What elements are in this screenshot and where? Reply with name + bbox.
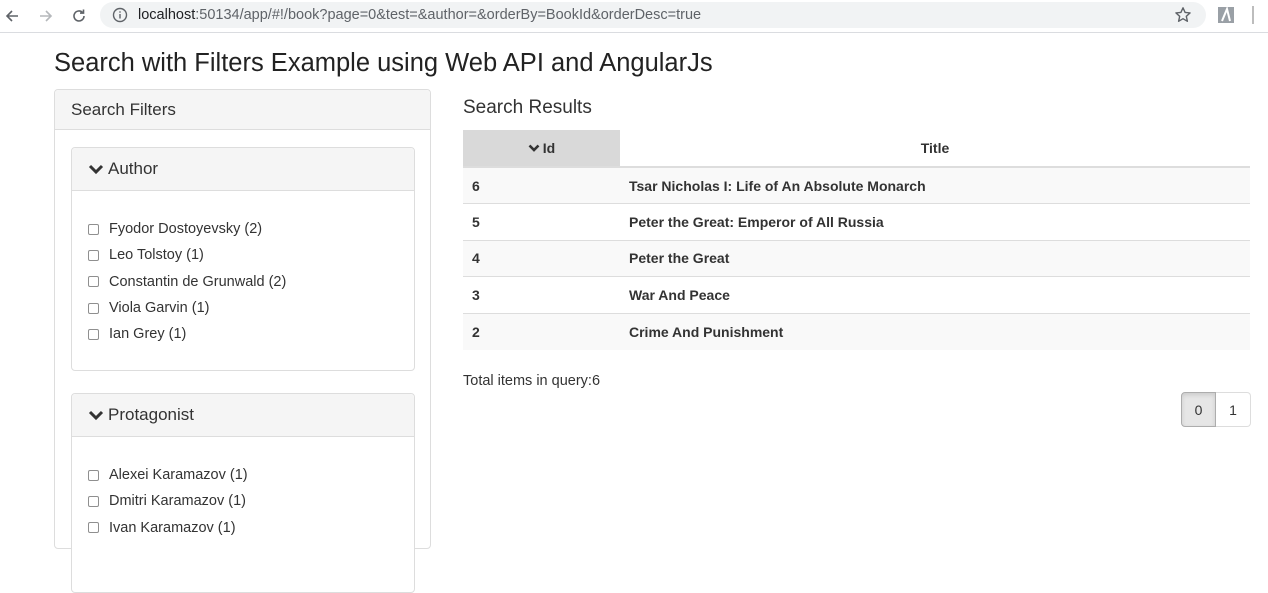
author-filter-toggle[interactable]: Author bbox=[72, 148, 414, 191]
extension-icon[interactable] bbox=[1217, 6, 1235, 24]
table-row[interactable]: 5 Peter the Great: Emperor of All Russia bbox=[463, 203, 1250, 240]
cell-title: Peter the Great bbox=[620, 239, 1250, 277]
results-table: Id Title 6 Tsar Nicholas I: Life of An Ab… bbox=[463, 130, 1250, 350]
author-label: Fyodor Dostoyevsky (2) bbox=[109, 221, 263, 238]
back-button[interactable] bbox=[0, 4, 24, 28]
author-filter-item[interactable]: Viola Garvin (1) bbox=[88, 295, 414, 321]
reload-button[interactable] bbox=[67, 4, 91, 28]
table-row[interactable]: 2 Crime And Punishment bbox=[463, 312, 1250, 350]
author-filter-item[interactable]: Fyodor Dostoyevsky (2) bbox=[88, 216, 414, 242]
chevron-down-icon bbox=[528, 144, 540, 152]
chevron-down-icon bbox=[88, 410, 104, 421]
cell-title: War And Peace bbox=[620, 276, 1250, 313]
cell-id: 2 bbox=[463, 312, 620, 350]
author-checkbox[interactable] bbox=[88, 328, 99, 340]
author-filter-item[interactable]: Constantin de Grunwald (2) bbox=[88, 269, 414, 295]
page-title: Search with Filters Example using Web AP… bbox=[54, 49, 713, 77]
author-label: Leo Tolstoy (1) bbox=[109, 247, 204, 264]
protagonist-label: Dmitri Karamazov (1) bbox=[109, 493, 246, 510]
browser-toolbar: localhost:50134/app/#!/book?page=0&test=… bbox=[0, 0, 1268, 33]
forward-button[interactable] bbox=[34, 4, 58, 28]
page-button-0[interactable]: 0 bbox=[1181, 392, 1216, 427]
author-checkbox[interactable] bbox=[88, 302, 99, 314]
info-icon[interactable] bbox=[112, 7, 128, 23]
arrow-right-icon bbox=[40, 10, 53, 22]
author-filter-item[interactable]: Leo Tolstoy (1) bbox=[88, 242, 414, 268]
protagonist-filter-title: Protagonist bbox=[108, 405, 194, 424]
author-filter-item[interactable]: Ian Grey (1) bbox=[88, 321, 414, 347]
protagonist-filter-group: Protagonist Alexei Karamazov (1) Dmitri … bbox=[71, 393, 415, 593]
protagonist-checkbox[interactable] bbox=[88, 469, 99, 481]
url-text: localhost:50134/app/#!/book?page=0&test=… bbox=[138, 7, 702, 23]
cell-id: 6 bbox=[463, 166, 620, 204]
cell-title: Crime And Punishment bbox=[620, 312, 1250, 350]
star-icon[interactable] bbox=[1174, 6, 1192, 24]
cell-id: 5 bbox=[463, 203, 620, 240]
toolbar-divider bbox=[1252, 6, 1254, 24]
search-results-title: Search Results bbox=[463, 97, 592, 118]
author-filter-group: Author Fyodor Dostoyevsky (2) Leo Tolsto… bbox=[71, 147, 415, 371]
table-row[interactable]: 6 Tsar Nicholas I: Life of An Absolute Mo… bbox=[463, 166, 1250, 204]
results-header-row: Id Title bbox=[463, 130, 1250, 168]
column-header-title[interactable]: Title bbox=[620, 130, 1250, 168]
author-checkbox[interactable] bbox=[88, 249, 99, 261]
total-items-text: Total items in query:6 bbox=[463, 373, 601, 389]
author-checkbox[interactable] bbox=[88, 223, 99, 235]
protagonist-checkbox[interactable] bbox=[88, 495, 99, 507]
address-bar[interactable]: localhost:50134/app/#!/book?page=0&test=… bbox=[100, 2, 1206, 28]
author-label: Ian Grey (1) bbox=[109, 326, 187, 343]
author-checkbox[interactable] bbox=[88, 276, 99, 288]
cell-id: 4 bbox=[463, 239, 620, 277]
protagonist-filter-item[interactable]: Alexei Karamazov (1) bbox=[88, 462, 414, 488]
page-button-1[interactable]: 1 bbox=[1216, 392, 1251, 427]
cell-title: Tsar Nicholas I: Life of An Absolute Mon… bbox=[620, 166, 1250, 204]
search-filters-panel: Search Filters Author Fyodor Dostoyevsky… bbox=[54, 89, 431, 593]
pagination: 0 1 bbox=[1181, 392, 1251, 427]
arrow-left-icon bbox=[5, 10, 18, 22]
table-row[interactable]: 3 War And Peace bbox=[463, 276, 1250, 313]
author-label: Viola Garvin (1) bbox=[109, 300, 210, 317]
chevron-down-icon bbox=[88, 164, 104, 175]
protagonist-filter-item[interactable]: Dmitri Karamazov (1) bbox=[88, 488, 414, 514]
search-filters-heading: Search Filters bbox=[55, 90, 430, 130]
column-header-id[interactable]: Id bbox=[463, 130, 620, 168]
protagonist-filter-toggle[interactable]: Protagonist bbox=[72, 394, 414, 437]
author-filter-title: Author bbox=[108, 159, 159, 178]
protagonist-filter-list: Alexei Karamazov (1) Dmitri Karamazov (1… bbox=[72, 437, 414, 541]
cell-title: Peter the Great: Emperor of All Russia bbox=[620, 203, 1250, 240]
cell-id: 3 bbox=[463, 276, 620, 313]
reload-icon bbox=[73, 9, 85, 22]
author-label: Constantin de Grunwald (2) bbox=[109, 273, 287, 290]
author-filter-list: Fyodor Dostoyevsky (2) Leo Tolstoy (1) C… bbox=[72, 191, 414, 347]
column-header-id-label: Id bbox=[542, 140, 556, 156]
protagonist-label: Alexei Karamazov (1) bbox=[109, 467, 248, 484]
table-row[interactable]: 4 Peter the Great bbox=[463, 239, 1250, 277]
